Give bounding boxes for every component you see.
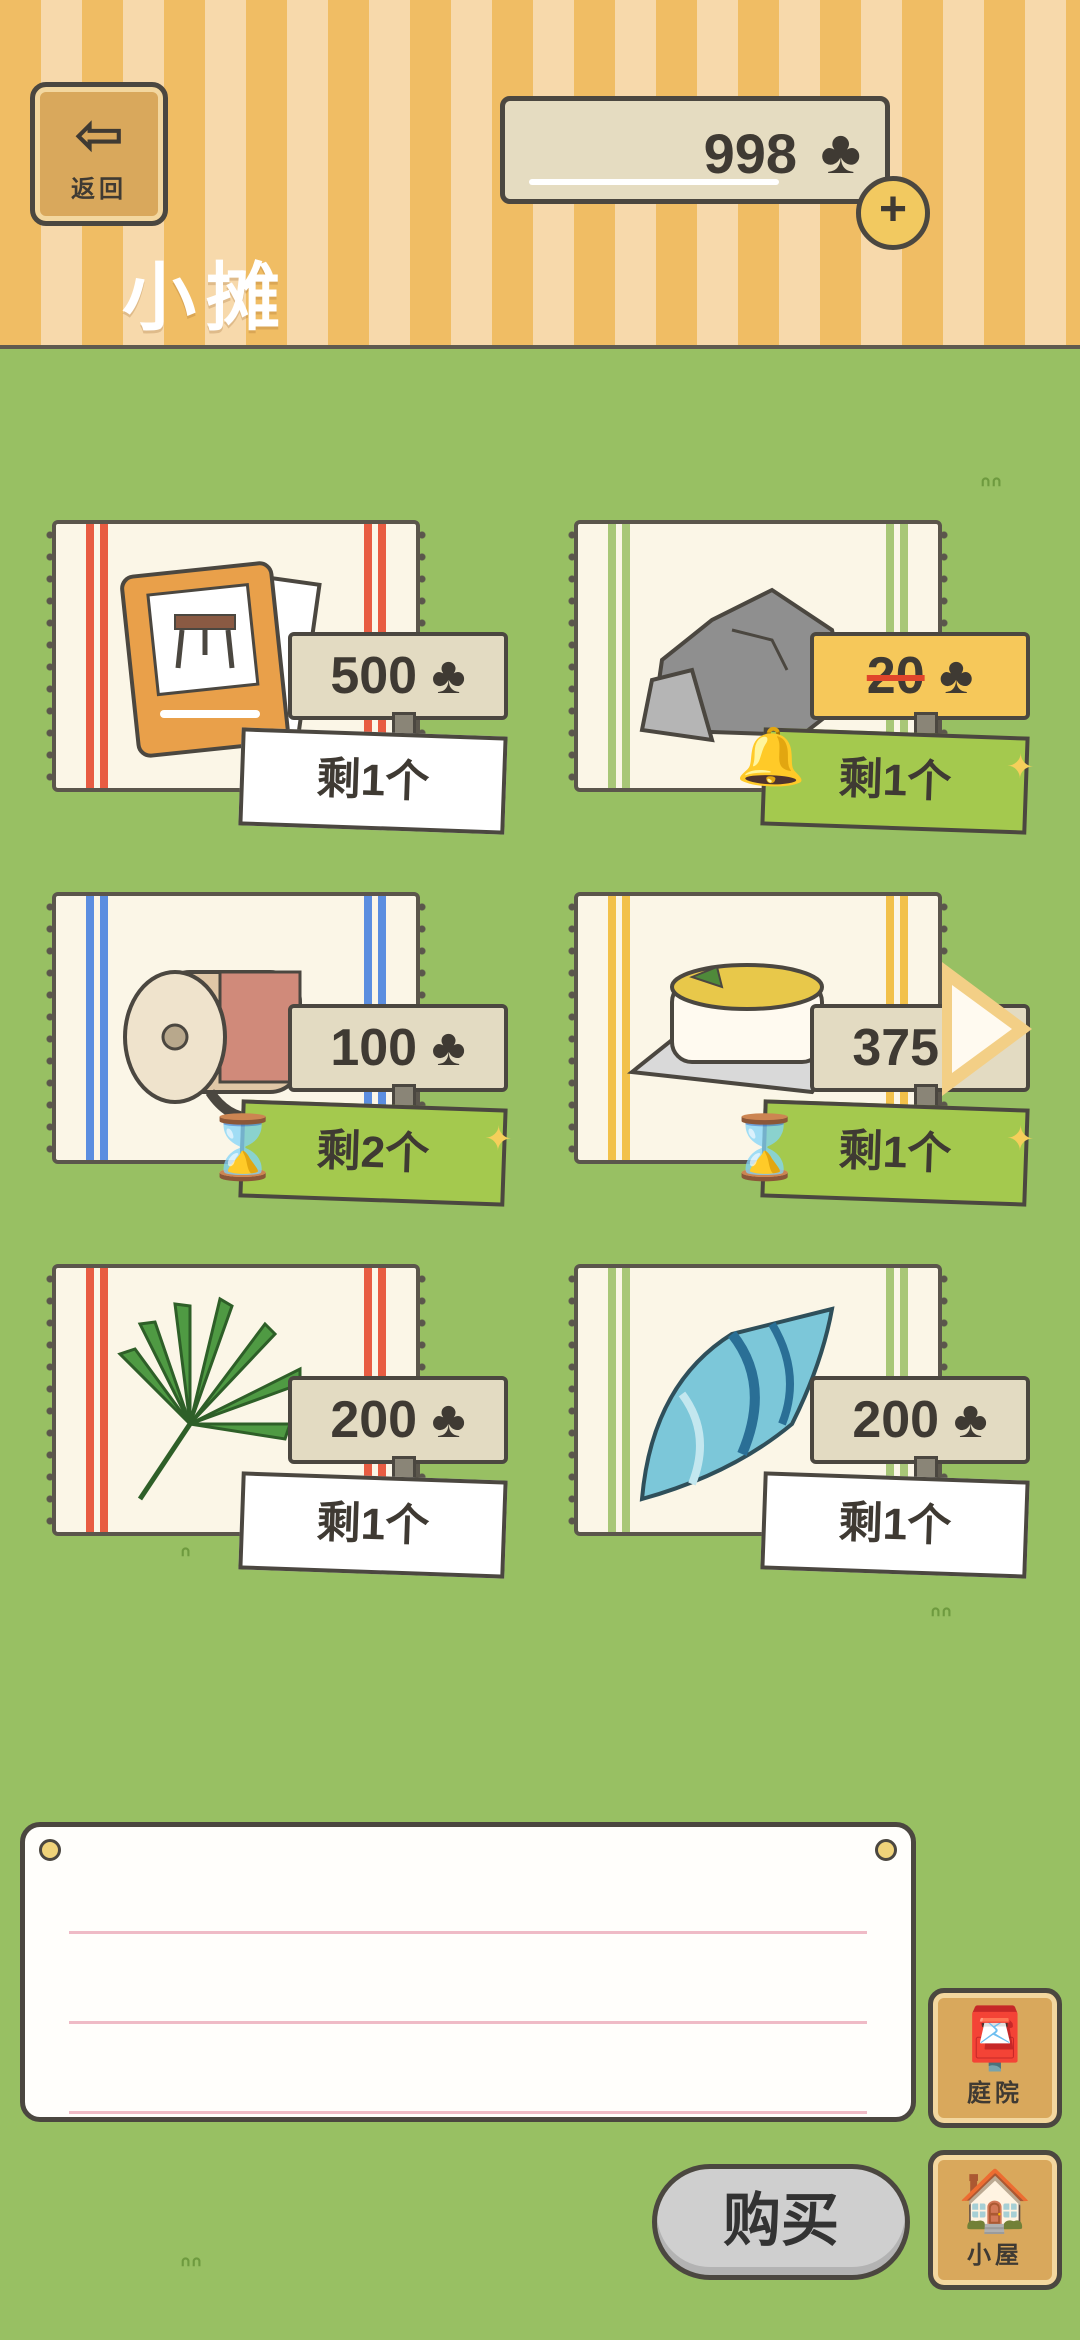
grass-tuft: ᐢᐢ — [930, 1601, 953, 1632]
shop-item-palm-leaf[interactable]: 200 ♣ 剩1个 — [30, 1264, 508, 1594]
price-tag: 100 ♣ — [288, 1004, 508, 1108]
grass-tuft: ᐢᐢ — [180, 2251, 203, 2282]
price-tag: 200 ♣ — [288, 1376, 508, 1480]
coin-box-shine — [529, 179, 779, 185]
stock-label: 剩1个 — [760, 1471, 1030, 1579]
clover-icon: ♣ — [431, 1391, 466, 1449]
clover-icon: ♣ — [953, 1391, 988, 1449]
shop-item-seashell[interactable]: 200 ♣ 剩1个 — [552, 1264, 1030, 1594]
message-board — [20, 1822, 916, 2122]
stock-label: ⌛ 剩2个 ✦ — [204, 1099, 513, 1207]
arrow-left-icon: ⇦ — [73, 100, 125, 168]
house-icon: 🏠 — [957, 2166, 1033, 2234]
back-button[interactable]: ⇦ 返回 — [30, 82, 168, 226]
shop-item-table-card[interactable]: 500 ♣ 剩1个 — [30, 520, 508, 850]
house-button[interactable]: 🏠 小屋 — [928, 2150, 1062, 2290]
clover-icon: ♣ — [431, 1019, 466, 1077]
hourglass-icon: ⌛ — [726, 1113, 804, 1183]
header: ⇦ 返回 小摊 998 ♣ + — [0, 0, 1080, 349]
price-tag: 500 ♣ — [288, 632, 508, 736]
clover-icon: ♣ — [820, 118, 861, 187]
mailbox-icon: 📮 — [957, 2004, 1033, 2072]
page-title: 小摊 — [122, 256, 290, 339]
stock-label: 剩1个 — [238, 1471, 508, 1579]
clover-icon: ♣ — [431, 647, 466, 705]
shop-item-rock[interactable]: 20 ♣ 🔔 剩1个 ✦ — [552, 520, 1035, 850]
yard-button[interactable]: 📮 庭院 — [928, 1988, 1062, 2128]
buy-button[interactable]: 购买 — [652, 2164, 910, 2280]
clover-icon: ♣ — [939, 647, 974, 705]
grass-tuft: ᐢᐢ — [980, 471, 1003, 502]
coin-balance: 998 ♣ — [500, 96, 890, 204]
stock-label: ⌛ 剩1个 ✦ — [726, 1099, 1035, 1207]
price-tag-sale: 20 ♣ — [810, 632, 1030, 736]
stock-label: 剩1个 — [238, 727, 508, 835]
bell-icon: 🔔 — [735, 723, 808, 789]
add-coins-button[interactable]: + — [856, 176, 930, 250]
grass-tuft: ᐢ — [180, 1541, 192, 1572]
shop-item-wood-roll[interactable]: 100 ♣ ⌛ 剩2个 ✦ — [30, 892, 513, 1222]
price-tag: 200 ♣ — [810, 1376, 1030, 1480]
sparkle-icon: ✦ — [1005, 747, 1036, 787]
sparkle-icon: ✦ — [1005, 1119, 1036, 1159]
sparkle-icon: ✦ — [483, 1119, 514, 1159]
stock-label: 🔔 剩1个 ✦ — [736, 723, 1035, 835]
coin-count: 998 — [703, 122, 797, 185]
hourglass-icon: ⌛ — [204, 1113, 282, 1183]
